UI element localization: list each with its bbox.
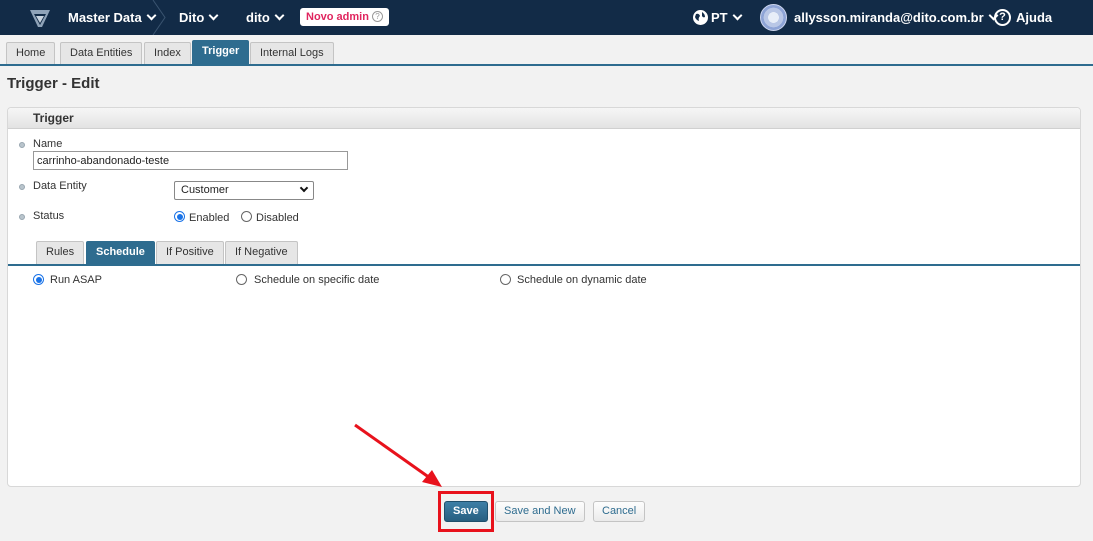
trigger-panel: Trigger Name Data Entity Customer Status… — [7, 107, 1081, 487]
data-entity-select[interactable]: Customer — [174, 181, 314, 200]
status-disabled-label[interactable]: Disabled — [256, 212, 299, 224]
status-enabled-radio[interactable] — [174, 211, 185, 222]
status-enabled-label[interactable]: Enabled — [189, 212, 229, 224]
chevron-down-icon — [274, 10, 285, 21]
name-label: Name — [33, 138, 63, 150]
save-and-new-button[interactable]: Save and New — [495, 501, 585, 522]
module-tabs: Home Data Entities Index Trigger Interna… — [0, 35, 1093, 66]
data-entity-label: Data Entity — [33, 180, 87, 192]
store-name: dito — [246, 10, 270, 25]
store-switcher[interactable]: dito — [246, 0, 285, 35]
breadcrumb-separator-icon — [152, 0, 166, 35]
user-menu[interactable]: allysson.miranda@dito.com.br — [794, 0, 999, 35]
page-title: Trigger - Edit — [7, 75, 100, 92]
tab-if-positive[interactable]: If Positive — [156, 241, 224, 264]
new-admin-label: Novo admin — [306, 11, 369, 23]
schedule-specific-date-label[interactable]: Schedule on specific date — [254, 274, 379, 286]
help-link[interactable]: Ajuda — [1016, 0, 1052, 35]
tab-data-entities[interactable]: Data Entities — [60, 42, 143, 64]
tab-trigger[interactable]: Trigger — [192, 40, 250, 64]
save-button[interactable]: Save — [444, 501, 488, 522]
user-email: allysson.miranda@dito.com.br — [794, 10, 984, 25]
run-asap-radio[interactable] — [33, 274, 44, 285]
tab-if-negative[interactable]: If Negative — [225, 241, 298, 264]
schedule-dynamic-date-radio[interactable] — [500, 274, 511, 285]
account-name: Dito — [179, 10, 205, 25]
tab-internal-logs[interactable]: Internal Logs — [250, 42, 334, 64]
run-asap-label[interactable]: Run ASAP — [50, 274, 102, 286]
data-entity-value: Customer — [181, 184, 229, 196]
status-disabled-radio[interactable] — [241, 211, 252, 222]
status-label: Status — [33, 210, 65, 222]
schedule-dynamic-date-label[interactable]: Schedule on dynamic date — [517, 274, 647, 286]
language-label: PT — [711, 10, 728, 25]
tab-home[interactable]: Home — [6, 42, 56, 64]
vtex-logo-icon[interactable] — [28, 8, 52, 28]
help-icon[interactable]: ? — [994, 9, 1011, 26]
language-switcher[interactable]: PT — [711, 0, 743, 35]
help-circle-icon: ? — [371, 11, 383, 22]
app-switcher[interactable]: Master Data — [68, 0, 157, 35]
top-bar: Master Data Dito dito Novo admin? PT all… — [0, 0, 1093, 35]
bullet-icon — [19, 214, 25, 220]
globe-icon[interactable] — [692, 9, 709, 26]
bullet-icon — [19, 142, 25, 148]
cancel-button[interactable]: Cancel — [593, 501, 646, 522]
chevron-down-icon — [208, 10, 219, 21]
account-switcher[interactable]: Dito — [179, 0, 219, 35]
name-input[interactable] — [33, 151, 348, 170]
tab-schedule[interactable]: Schedule — [86, 241, 155, 264]
app-name: Master Data — [68, 10, 142, 25]
avatar[interactable] — [760, 4, 787, 31]
schedule-specific-date-radio[interactable] — [236, 274, 247, 285]
chevron-down-icon — [732, 10, 743, 21]
chevron-down-icon — [299, 183, 309, 193]
subtabs-divider — [8, 264, 1080, 266]
annotation-arrow-icon — [354, 423, 442, 487]
new-admin-badge[interactable]: Novo admin? — [300, 8, 389, 26]
tab-rules[interactable]: Rules — [36, 241, 85, 264]
bullet-icon — [19, 184, 25, 190]
panel-title: Trigger — [8, 108, 1080, 129]
tab-index[interactable]: Index — [144, 42, 191, 64]
